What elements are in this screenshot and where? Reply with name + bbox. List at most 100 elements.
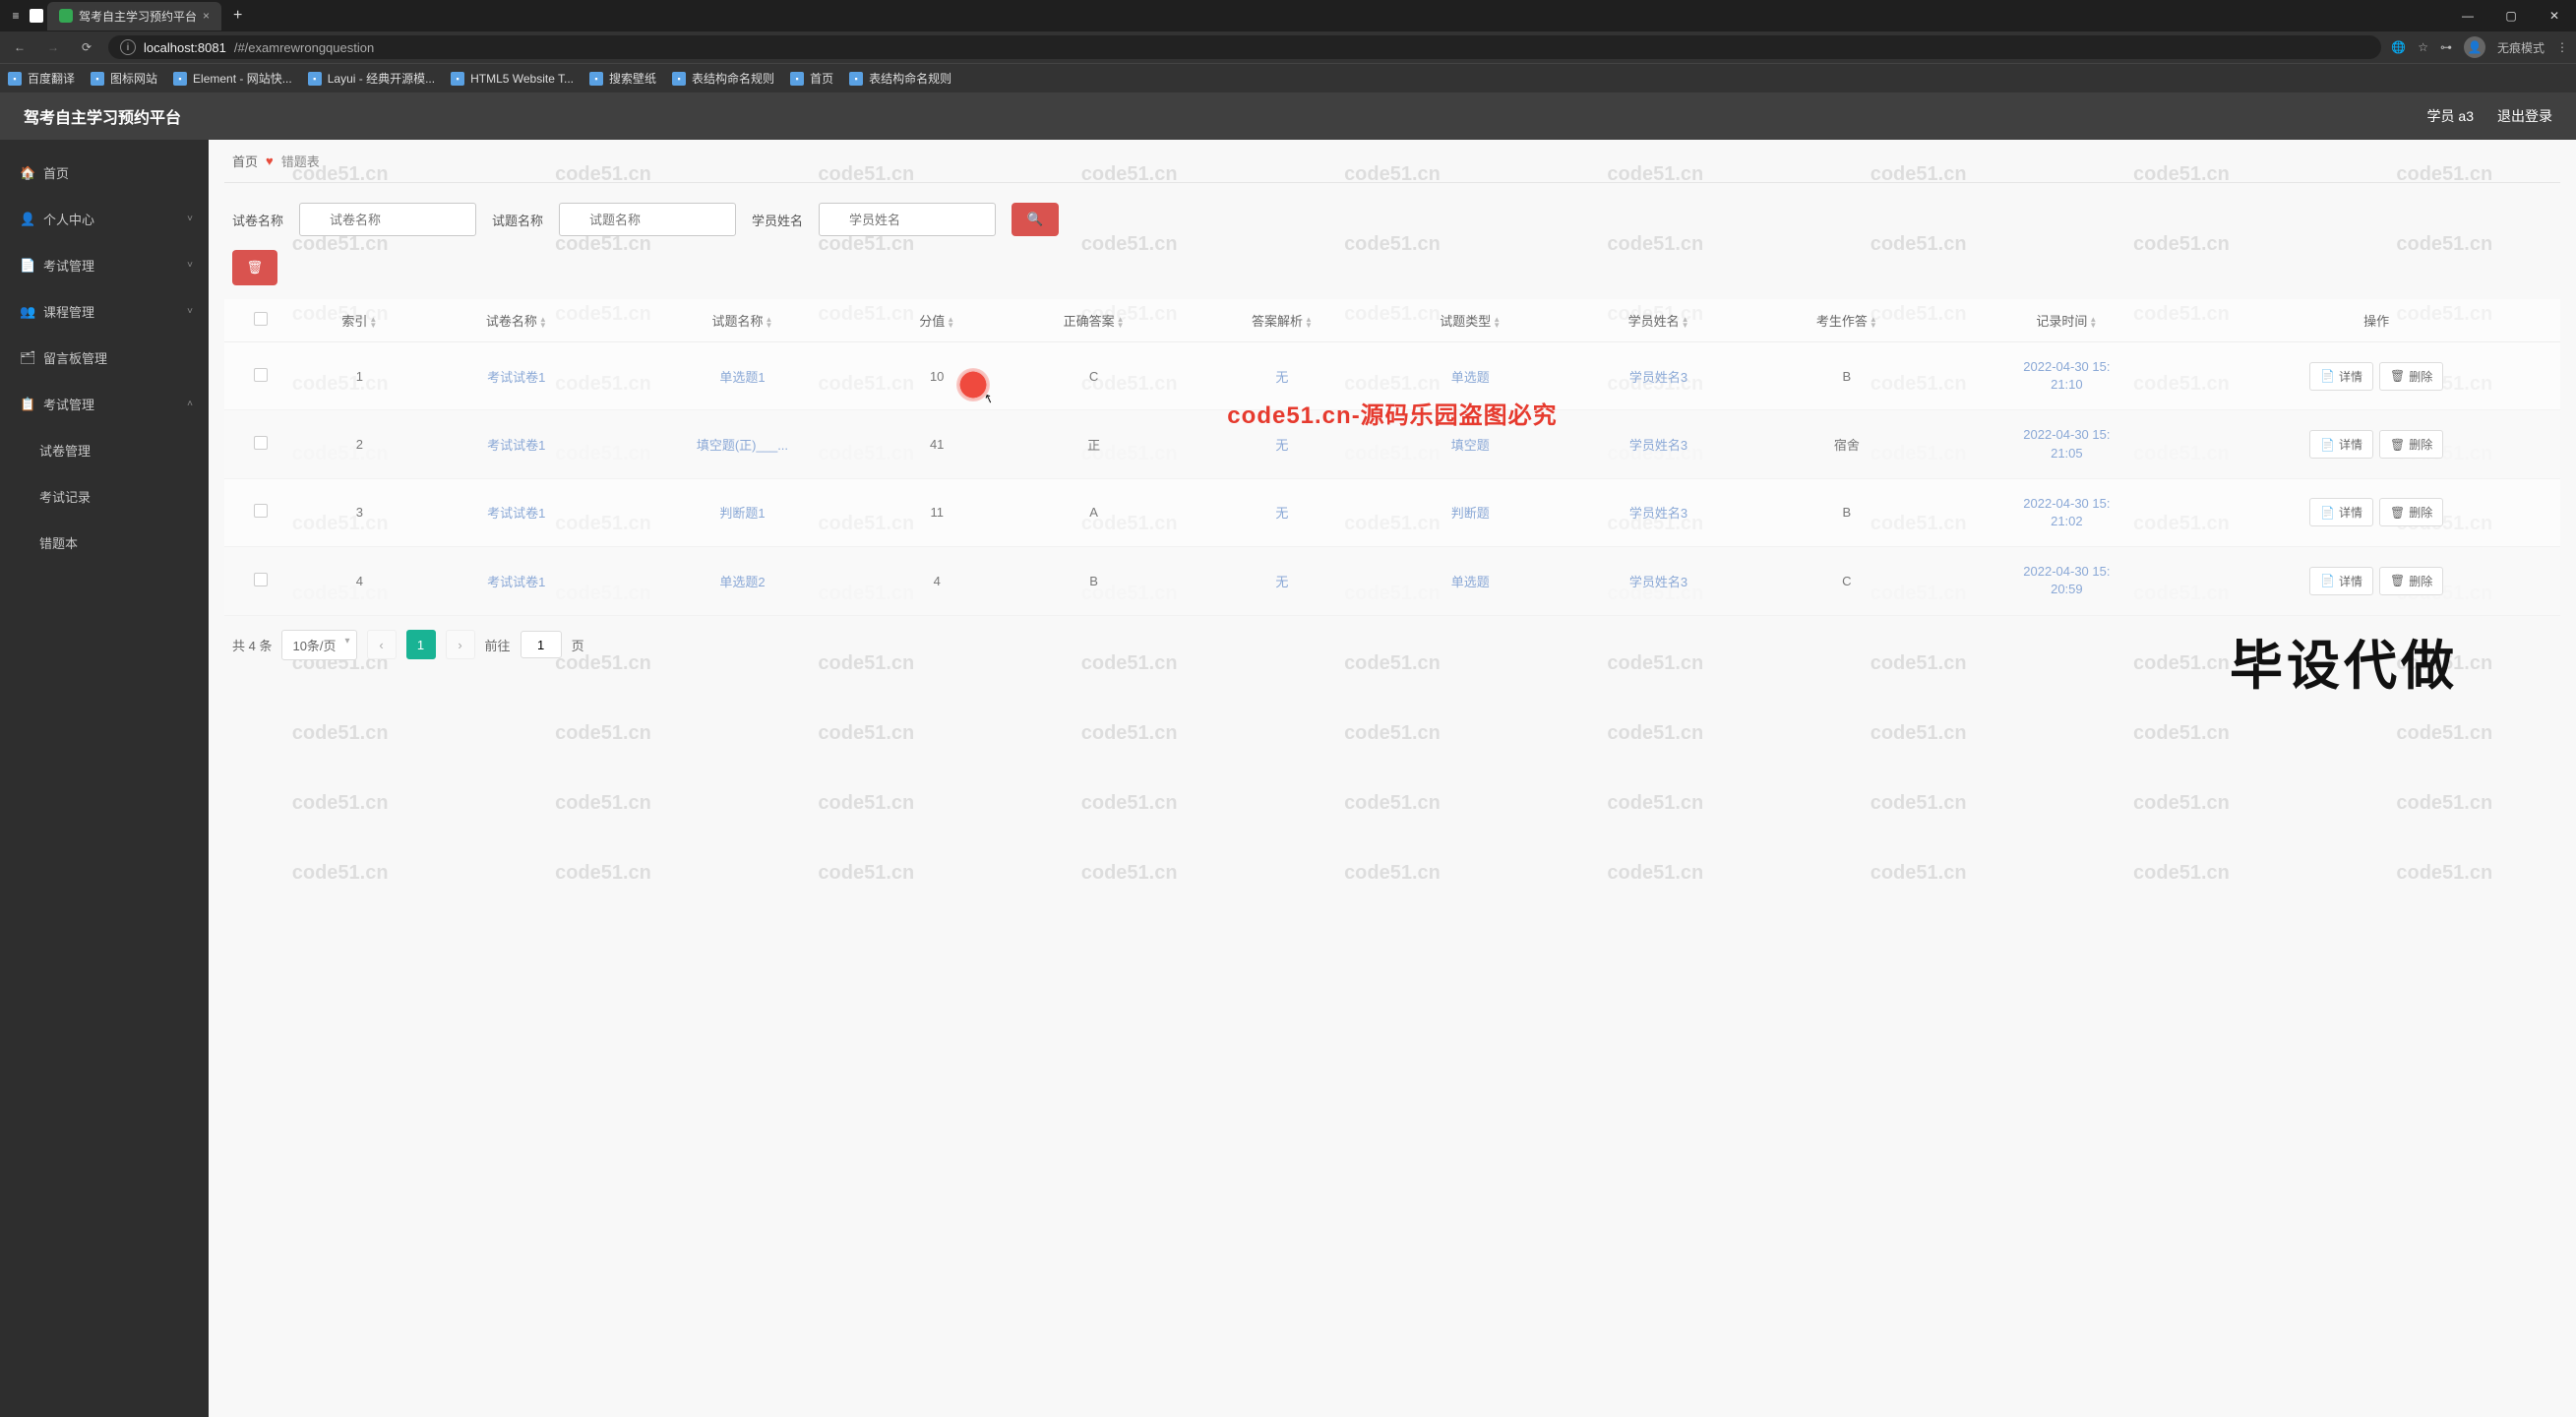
- window-maximize-icon[interactable]: ▢: [2489, 0, 2533, 31]
- cell-actions: 📄详情🗑删除: [2192, 342, 2560, 410]
- detail-button[interactable]: 📄详情: [2309, 430, 2373, 459]
- cell-correct: C: [1000, 342, 1188, 410]
- cell-student: 学员姓名3: [1564, 410, 1752, 478]
- table-header[interactable]: 正确答案▲▼: [1000, 299, 1188, 342]
- pager-page-1[interactable]: 1: [406, 630, 436, 659]
- breadcrumb-home[interactable]: 首页: [232, 152, 258, 170]
- sort-icon[interactable]: ▲▼: [1117, 317, 1125, 329]
- select-all-checkbox[interactable]: [254, 312, 268, 326]
- sort-icon[interactable]: ▲▼: [1682, 317, 1689, 329]
- bulk-delete-button[interactable]: 🗑: [232, 250, 277, 285]
- delete-icon: 🗑: [2390, 438, 2405, 452]
- url-path: /#/examrewrongquestion: [234, 40, 374, 55]
- key-icon[interactable]: ⊶: [2440, 40, 2452, 54]
- bookmark-item[interactable]: ▪Layui - 经典开源模...: [308, 70, 435, 87]
- address-bar[interactable]: i localhost:8081/#/examrewrongquestion: [108, 35, 2381, 59]
- chevron-down-icon: ˅: [187, 260, 193, 271]
- pager-goto-input[interactable]: [521, 631, 562, 658]
- nav-back-icon[interactable]: ←: [8, 35, 31, 59]
- bookmark-favicon-icon: ▪: [589, 72, 603, 86]
- browser-menu-icon[interactable]: ⋮: [2556, 40, 2568, 54]
- sidebar-item[interactable]: 🗂留言板管理: [0, 335, 209, 381]
- page-size-select[interactable]: 10条/页: [281, 630, 356, 660]
- sort-icon[interactable]: ▲▼: [1305, 317, 1313, 329]
- app-menu-icon[interactable]: ≡: [6, 9, 26, 23]
- sidebar-item[interactable]: 👥课程管理˅: [0, 288, 209, 335]
- sidebar-item[interactable]: 📋考试管理˄: [0, 381, 209, 427]
- sort-icon[interactable]: ▲▼: [1493, 317, 1501, 329]
- filter-question-input[interactable]: [559, 203, 736, 236]
- table-header[interactable]: 学员姓名▲▼: [1564, 299, 1752, 342]
- delete-button[interactable]: 🗑删除: [2379, 567, 2443, 595]
- pager-prev-icon[interactable]: ‹: [367, 630, 397, 659]
- bookmark-item[interactable]: ▪ 搜索壁纸: [589, 70, 656, 87]
- delete-button[interactable]: 🗑删除: [2379, 362, 2443, 391]
- window-minimize-icon[interactable]: —: [2446, 0, 2489, 31]
- sort-icon[interactable]: ▲▼: [947, 317, 954, 329]
- cell-question: 填空题(正)___...: [610, 410, 874, 478]
- detail-button[interactable]: 📄详情: [2309, 362, 2373, 391]
- table-header[interactable]: 答案解析▲▼: [1188, 299, 1376, 342]
- table-header[interactable]: 分值▲▼: [874, 299, 999, 342]
- translate-icon[interactable]: 🌐: [2391, 40, 2406, 54]
- sort-icon[interactable]: ▲▼: [765, 317, 772, 329]
- bookmark-item[interactable]: ▪图标网站: [91, 70, 157, 87]
- sort-icon[interactable]: ▲▼: [2089, 317, 2097, 329]
- table-header[interactable]: 试题类型▲▼: [1377, 299, 1564, 342]
- bookmark-item[interactable]: ▪Element - 网站快...: [173, 70, 292, 87]
- browser-tab-active[interactable]: 驾考自主学习预约平台 ×: [47, 2, 221, 31]
- profile-avatar-icon[interactable]: 👤: [2464, 36, 2485, 58]
- table-header[interactable]: 索引▲▼: [297, 299, 422, 342]
- nav-forward-icon[interactable]: →: [41, 35, 65, 59]
- logout-link[interactable]: 退出登录: [2497, 106, 2552, 126]
- delete-button[interactable]: 🗑删除: [2379, 498, 2443, 526]
- filter-paper-input[interactable]: [299, 203, 476, 236]
- detail-icon: 📄: [2320, 369, 2335, 383]
- bookmark-item[interactable]: ▪HTML5 Website T...: [451, 72, 574, 86]
- table-header[interactable]: 操作: [2192, 299, 2560, 342]
- cell-time: 2022-04-30 15:21:05: [1941, 410, 2193, 478]
- site-info-icon[interactable]: i: [120, 39, 136, 55]
- row-checkbox[interactable]: [254, 504, 268, 518]
- bookmark-item[interactable]: ▪首页: [790, 70, 833, 87]
- row-checkbox[interactable]: [254, 436, 268, 450]
- detail-button[interactable]: 📄详情: [2309, 567, 2373, 595]
- cell-actions: 📄详情🗑删除: [2192, 547, 2560, 615]
- detail-button[interactable]: 📄详情: [2309, 498, 2373, 526]
- delete-button[interactable]: 🗑删除: [2379, 430, 2443, 459]
- table-header[interactable]: 考生作答▲▼: [1752, 299, 1940, 342]
- row-checkbox[interactable]: [254, 368, 268, 382]
- row-checkbox[interactable]: [254, 573, 268, 586]
- bookmark-favicon-icon: ▪: [672, 72, 686, 86]
- sidebar-icon: 📋: [20, 397, 33, 412]
- sidebar-item[interactable]: 📄考试管理˅: [0, 242, 209, 288]
- sidebar-subitem[interactable]: 错题本: [0, 520, 209, 566]
- user-label[interactable]: 学员 a3: [2427, 106, 2474, 126]
- table-header[interactable]: 记录时间▲▼: [1941, 299, 2193, 342]
- pager-next-icon[interactable]: ›: [446, 630, 475, 659]
- bookmark-favicon-icon: ▪: [790, 72, 804, 86]
- nav-reload-icon[interactable]: ⟳: [75, 35, 98, 59]
- bookmark-label: 搜索壁纸: [609, 70, 656, 87]
- sort-icon[interactable]: ▲▼: [369, 317, 377, 329]
- bookmark-item[interactable]: ▪表结构命名规则: [672, 70, 774, 87]
- bookmark-item[interactable]: ▪百度翻译: [8, 70, 75, 87]
- sidebar-item[interactable]: 🏠首页: [0, 150, 209, 196]
- new-tab-button[interactable]: +: [225, 5, 250, 27]
- sidebar-label: 考试管理: [43, 395, 94, 413]
- filter-student-input[interactable]: [819, 203, 996, 236]
- sidebar-subitem[interactable]: 考试记录: [0, 473, 209, 520]
- filter-bar: 试卷名称 🔍 试题名称 🔍 学员姓名 🔍 🔍: [224, 183, 2560, 250]
- window-close-icon[interactable]: ✕: [2533, 0, 2576, 31]
- search-button[interactable]: 🔍: [1012, 203, 1059, 236]
- sort-icon[interactable]: ▲▼: [1870, 317, 1877, 329]
- table-header[interactable]: 试卷名称▲▼: [422, 299, 610, 342]
- bookmark-star-icon[interactable]: ☆: [2418, 40, 2428, 54]
- tab-close-icon[interactable]: ×: [203, 9, 210, 23]
- bookmark-item[interactable]: ▪表结构命名规则: [849, 70, 951, 87]
- bookmark-label: 图标网站: [110, 70, 157, 87]
- sidebar-subitem[interactable]: 试卷管理: [0, 427, 209, 473]
- sort-icon[interactable]: ▲▼: [539, 317, 547, 329]
- table-header[interactable]: 试题名称▲▼: [610, 299, 874, 342]
- sidebar-item[interactable]: 👤个人中心˅: [0, 196, 209, 242]
